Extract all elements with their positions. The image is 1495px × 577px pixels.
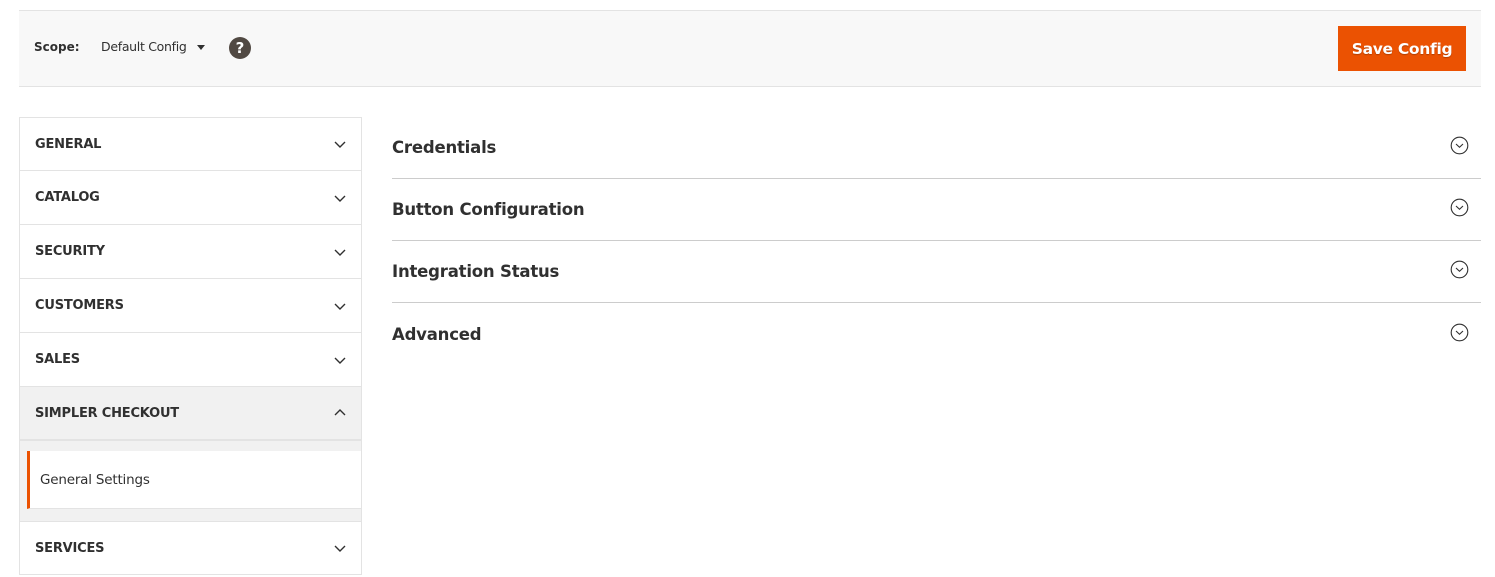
sidebar-item-catalog[interactable]: CATALOG [19, 171, 362, 225]
chevron-down-icon [334, 246, 346, 258]
section-title: Credentials [392, 138, 497, 157]
sidebar-subitem-label: General Settings [40, 471, 150, 488]
chevron-down-icon [334, 542, 346, 554]
section-title: Button Configuration [392, 200, 585, 219]
sidebar-item-security[interactable]: SECURITY [19, 225, 362, 279]
section-title: Integration Status [392, 262, 560, 281]
expand-circle-icon[interactable] [1450, 136, 1469, 159]
expand-circle-icon[interactable] [1450, 260, 1469, 283]
caret-down-icon [196, 45, 205, 50]
sidebar-item-label: CATALOG [35, 190, 100, 205]
sidebar-item-label: SIMPLER CHECKOUT [35, 405, 179, 421]
save-config-button[interactable]: Save Config [1338, 26, 1466, 71]
sidebar-item-simpler-checkout[interactable]: SIMPLER CHECKOUT [19, 387, 362, 440]
sidebar-item-general[interactable]: GENERAL [19, 117, 362, 171]
expand-circle-icon[interactable] [1450, 198, 1469, 221]
chevron-down-icon [334, 300, 346, 312]
help-icon[interactable]: ? [229, 37, 251, 59]
sidebar-item-label: SALES [35, 352, 80, 367]
chevron-down-icon [334, 354, 346, 366]
expand-circle-icon[interactable] [1450, 323, 1469, 346]
section-button-configuration[interactable]: Button Configuration [392, 179, 1481, 241]
chevron-down-icon [334, 138, 346, 150]
scope-label: Scope: [34, 40, 80, 54]
sidebar-item-services[interactable]: SERVICES [19, 521, 362, 575]
sidebar-item-label: SECURITY [35, 244, 105, 259]
config-sections: Credentials Button Configuration Integra… [392, 117, 1481, 365]
sidebar-item-label: CUSTOMERS [35, 298, 124, 313]
scope-bar: Scope: Default Config ? Save Config [19, 10, 1481, 87]
section-integration-status[interactable]: Integration Status [392, 241, 1481, 303]
section-title: Advanced [392, 324, 482, 344]
sidebar-item-label: GENERAL [35, 136, 102, 152]
sidebar-item-sales[interactable]: SALES [19, 333, 362, 387]
section-credentials[interactable]: Credentials [392, 117, 1481, 179]
simpler-checkout-submenu: General Settings [19, 440, 362, 521]
sidebar-subitem-general-settings[interactable]: General Settings [27, 451, 361, 509]
scope-switcher[interactable]: Default Config [101, 39, 205, 54]
chevron-down-icon [334, 192, 346, 204]
scope-selected-value: Default Config [101, 39, 187, 54]
chevron-up-icon [334, 407, 346, 419]
config-sidebar: GENERAL CATALOG SECURITY CUSTOMERS SALES… [19, 117, 362, 575]
section-advanced[interactable]: Advanced [392, 303, 1481, 365]
sidebar-item-customers[interactable]: CUSTOMERS [19, 279, 362, 333]
sidebar-item-label: SERVICES [35, 540, 105, 556]
